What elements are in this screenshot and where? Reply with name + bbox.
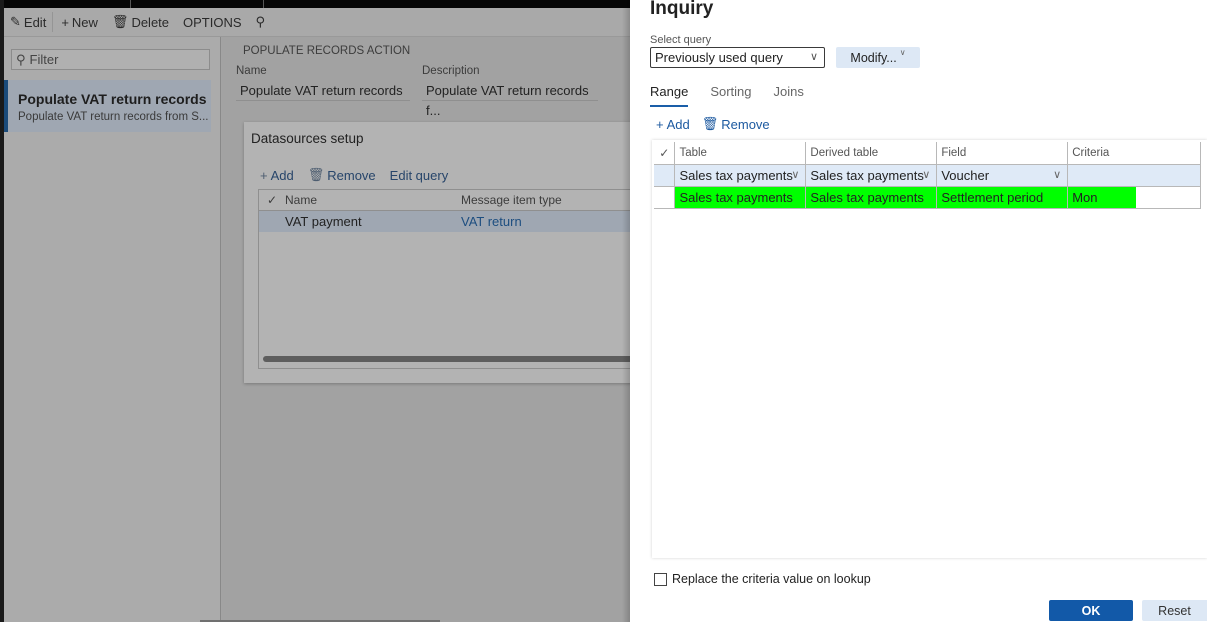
name-field: Name Populate VAT return records <box>236 65 410 101</box>
datasource-add-button[interactable]: + Add <box>260 168 294 183</box>
datasources-title: Datasources setup <box>251 131 364 146</box>
replace-criteria-option: Replace the criteria value on lookup <box>654 572 871 586</box>
column-header-derived-table[interactable]: Derived table <box>805 142 938 165</box>
datasources-card: Datasources setup + Add 🗑 Remove Edit qu… <box>244 122 653 383</box>
cell-derived-table-dropdown[interactable]: Sales tax payments <box>805 164 938 187</box>
description-field: Description Populate VAT return records … <box>422 65 598 118</box>
reset-button[interactable]: Reset <box>1142 600 1207 621</box>
edit-button[interactable]: ✎ Edit <box>10 14 46 30</box>
cell-derived-table[interactable]: Sales tax payments <box>805 186 938 209</box>
cell-field[interactable]: Settlement period <box>936 186 1069 209</box>
modify-button[interactable]: Modify... ∨ <box>836 47 920 68</box>
grid-header: ✓ Name Message item type <box>259 190 652 211</box>
column-header-table[interactable]: Table <box>674 142 807 165</box>
column-header-criteria[interactable]: Criteria <box>1067 142 1201 165</box>
replace-criteria-label: Replace the criteria value on lookup <box>672 572 871 586</box>
cell-criteria-input[interactable]: Mon <box>1067 186 1201 209</box>
highlight: Mon <box>1068 186 1137 208</box>
background-app: ✎ Edit + New 🗑 Delete OPTIONS ⚲ ⚲ Filter… <box>0 0 653 622</box>
trash-icon: 🗑 <box>701 116 719 131</box>
cell-criteria-input[interactable] <box>1067 164 1201 187</box>
list-item[interactable]: Populate VAT return records Populate VAT… <box>4 80 211 132</box>
search-icon: ⚲ <box>16 51 26 67</box>
list-pane: ⚲ Filter Populate VAT return records Pop… <box>4 37 221 622</box>
search-icon: ⚲ <box>255 14 266 29</box>
tab-sorting[interactable]: Sorting <box>710 84 751 107</box>
grid-header: ✓ Table Derived table Field Criteria <box>654 142 1201 165</box>
tab-bar: Range Sorting Joins <box>650 84 804 107</box>
plus-icon: + <box>656 116 664 132</box>
name-input[interactable]: Populate VAT return records <box>236 81 410 101</box>
horizontal-scrollbar[interactable] <box>263 356 653 362</box>
column-header-field[interactable]: Field <box>936 142 1069 165</box>
highlight: Sales tax payments <box>675 186 806 208</box>
panel-title: Inquiry <box>650 0 714 19</box>
cell-table[interactable]: Sales tax payments <box>674 186 807 209</box>
filter-input[interactable]: ⚲ Filter <box>11 49 210 70</box>
range-grid-container: ✓ Table Derived table Field Criteria Sal… <box>652 140 1207 558</box>
action-bar-divider <box>52 12 54 32</box>
tab-joins[interactable]: Joins <box>774 84 804 107</box>
range-add-button[interactable]: + Add <box>656 117 690 132</box>
chevron-down-icon: ∨ <box>809 51 818 63</box>
select-query-label: Select query <box>650 34 712 46</box>
select-all-check-icon[interactable]: ✓ <box>654 142 676 165</box>
select-all-check-icon[interactable]: ✓ <box>259 193 285 207</box>
range-remove-button[interactable]: 🗑 Remove <box>702 116 770 132</box>
table-row[interactable]: VAT payment VAT return <box>259 211 652 232</box>
ok-button[interactable]: OK <box>1049 600 1133 621</box>
replace-criteria-checkbox[interactable] <box>654 572 667 586</box>
table-row[interactable]: Sales tax payments Sales tax payments Vo… <box>654 164 1201 187</box>
datasources-grid: ✓ Name Message item type VAT payment VAT… <box>258 189 653 369</box>
cell-field-dropdown[interactable]: Voucher <box>936 164 1069 187</box>
datasources-toolbar: + Add 🗑 Remove Edit query <box>260 167 458 183</box>
table-row[interactable]: Sales tax payments Sales tax payments Se… <box>654 186 1201 209</box>
new-button[interactable]: + New <box>61 15 98 30</box>
row-selector[interactable] <box>654 164 676 187</box>
range-toolbar: + Add 🗑 Remove <box>656 116 778 132</box>
chevron-down-icon: ∨ <box>899 48 906 57</box>
description-label: Description <box>422 65 480 77</box>
delete-button[interactable]: 🗑 Delete <box>112 14 169 30</box>
search-button[interactable]: ⚲ <box>256 14 266 30</box>
row-selector[interactable] <box>654 186 676 209</box>
pencil-icon: ✎ <box>10 14 21 29</box>
section-caption: POPULATE RECORDS ACTION <box>243 45 411 57</box>
plus-icon: + <box>61 14 69 30</box>
highlight: Settlement period <box>937 186 1068 208</box>
list-item-subtitle: Populate VAT return records from S... <box>18 111 209 123</box>
top-nav-strip <box>0 0 630 8</box>
detail-pane: POPULATE RECORDS ACTION Name Populate VA… <box>222 37 653 622</box>
tab-range[interactable]: Range <box>650 84 689 107</box>
trash-icon: 🗑 <box>111 14 129 29</box>
edit-query-button[interactable]: Edit query <box>390 168 449 183</box>
options-button[interactable]: OPTIONS <box>183 15 242 30</box>
highlight: Sales tax payments <box>806 186 937 208</box>
trash-icon: 🗑 <box>307 167 325 182</box>
action-bar: ✎ Edit + New 🗑 Delete OPTIONS ⚲ <box>4 8 630 37</box>
select-query-dropdown[interactable]: Previously used query ∨ <box>650 47 825 68</box>
plus-icon: + <box>260 167 268 183</box>
column-header-name[interactable]: Name <box>285 193 461 207</box>
datasource-remove-button[interactable]: 🗑 Remove <box>308 167 376 183</box>
inquiry-panel: Inquiry Select query Previously used que… <box>630 0 1207 622</box>
range-grid: ✓ Table Derived table Field Criteria Sal… <box>654 142 1201 209</box>
list-item-title: Populate VAT return records <box>18 91 207 107</box>
cell-table-dropdown[interactable]: Sales tax payments <box>674 164 807 187</box>
description-input[interactable]: Populate VAT return records f... <box>422 81 598 118</box>
name-label: Name <box>236 65 267 77</box>
cell-name: VAT payment <box>285 214 362 229</box>
